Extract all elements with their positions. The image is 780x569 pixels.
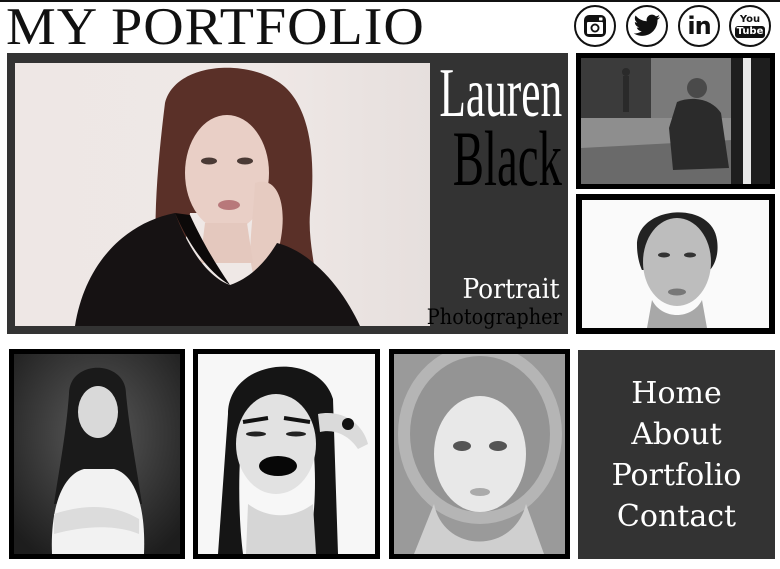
linkedin-link[interactable]: in	[678, 5, 720, 47]
hero-banner: Lauren Black Portrait Photographer	[7, 53, 568, 334]
gallery-photo-street[interactable]	[576, 53, 775, 189]
nav-about[interactable]: About	[631, 414, 721, 455]
nav-contact[interactable]: Contact	[617, 496, 736, 537]
instagram-link[interactable]	[574, 5, 616, 47]
twitter-link[interactable]	[626, 5, 668, 47]
photo-image	[581, 58, 770, 184]
name-last: Black	[452, 115, 562, 202]
role-subtitle: Photographer	[426, 305, 562, 329]
linkedin-icon: in	[687, 12, 711, 40]
main-navigation: Home About Portfolio Contact	[578, 350, 775, 559]
nav-home[interactable]: Home	[631, 373, 721, 414]
gallery-photo-woman-dark[interactable]	[9, 349, 185, 559]
photo-image	[14, 354, 180, 554]
photo-image	[198, 354, 375, 554]
twitter-icon	[633, 14, 660, 36]
nav-portfolio[interactable]: Portfolio	[612, 455, 742, 496]
instagram-icon	[584, 15, 606, 37]
gallery-photo-woman-lipstick[interactable]	[193, 349, 380, 559]
gallery-photo-woman-face[interactable]	[576, 194, 775, 334]
youtube-icon: You Tube	[734, 13, 766, 38]
photo-image	[394, 354, 565, 554]
role-title: Portrait	[462, 274, 560, 305]
youtube-link[interactable]: You Tube	[729, 5, 771, 47]
photo-image	[582, 200, 769, 328]
hero-portrait-photo[interactable]	[15, 63, 430, 326]
site-title: MY PORTFOLIO	[6, 0, 425, 57]
gallery-photo-child-fur[interactable]	[389, 349, 570, 559]
